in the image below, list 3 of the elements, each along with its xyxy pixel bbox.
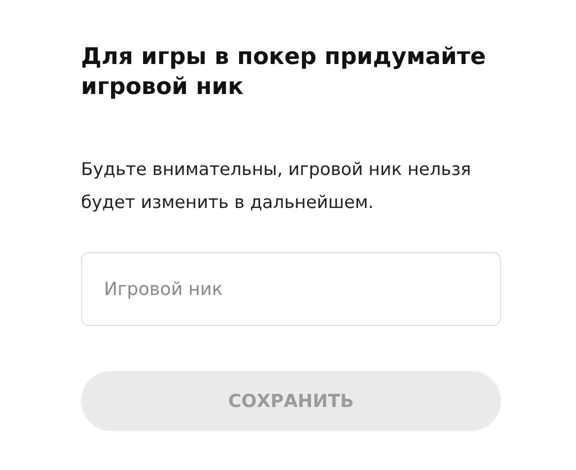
warning-text: Будьте внимательны, игровой ник нельзя будет изменить в дальнейшем.	[81, 159, 472, 215]
heading: Для игры в покер придумайте игровой ник	[81, 43, 487, 102]
nickname-field[interactable]: Игровой ник	[81, 252, 501, 326]
